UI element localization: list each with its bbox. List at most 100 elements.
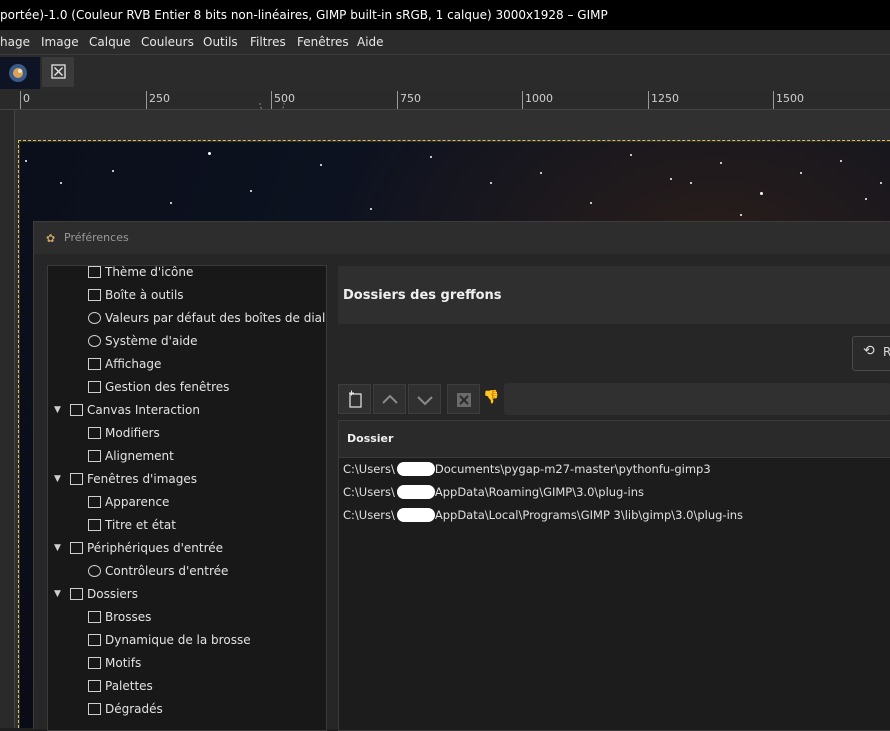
dialog-title: Préférences	[64, 231, 129, 244]
folder-row[interactable]: C:\Users\ AppData\Local\Programs\GIMP 3\l…	[343, 504, 743, 527]
tree-item-title-status[interactable]: Titre et état	[48, 514, 326, 537]
input-controllers-icon	[88, 565, 101, 577]
menu-tools[interactable]: Outils	[203, 30, 238, 54]
display-icon	[88, 358, 101, 370]
path-prefix: C:\Users\	[343, 462, 395, 476]
dialog-title-bar[interactable]: ✿ Préférences	[34, 222, 890, 254]
tree-item-input-devices[interactable]: ▼ Périphériques d'entrée	[48, 537, 326, 560]
help-system-icon	[88, 335, 101, 347]
delete-icon	[456, 393, 471, 407]
expander-icon[interactable]: ▼	[54, 537, 61, 560]
horizontal-ruler[interactable]: 0 250 500 750 1000 1250 1500	[0, 91, 890, 115]
tree-item-help-system[interactable]: Système d'aide	[48, 330, 326, 353]
menu-view[interactable]: hage	[0, 30, 30, 54]
chevron-up-icon	[381, 394, 398, 404]
tree-item-label: Périphériques d'entrée	[87, 541, 224, 555]
tree-item-label: Gestion des fenêtres	[105, 380, 230, 394]
menu-bar: hage Image Calque Couleurs Outils Filtre…	[0, 30, 890, 55]
menu-help[interactable]: Aide	[357, 30, 384, 54]
column-header-folder: Dossier	[347, 432, 394, 445]
tree-item-label: Valeurs par défaut des boîtes de dialogu…	[105, 311, 326, 325]
title-status-icon	[88, 519, 101, 531]
path-suffix: AppData\Local\Programs\GIMP 3\lib\gimp\3…	[434, 508, 744, 522]
toolbox-icon	[88, 289, 101, 301]
ruler-label: 250	[149, 92, 170, 105]
menu-filters[interactable]: Filtres	[250, 30, 286, 54]
close-icon	[51, 64, 66, 79]
ruler-label: 1000	[525, 92, 553, 105]
chevron-down-icon	[416, 396, 433, 406]
path-prefix: C:\Users\	[343, 485, 395, 499]
move-up-button[interactable]	[373, 384, 406, 414]
nebula-thumbnail-icon	[0, 57, 40, 89]
preferences-tree[interactable]: Thème d'icône Boîte à outils Valeurs par…	[47, 265, 327, 731]
window-management-icon	[88, 381, 101, 393]
expander-icon[interactable]: ▼	[54, 468, 61, 491]
preferences-dialog: ✿ Préférences Thème d'icône Boîte à outi…	[33, 221, 890, 731]
tree-item-input-controllers[interactable]: Contrôleurs d'entrée	[48, 560, 326, 583]
folders-icon	[70, 588, 83, 600]
folder-path-input[interactable]	[504, 383, 890, 415]
tree-item-brushes[interactable]: Brosses	[48, 606, 326, 629]
thumbs-down-icon: 👎	[483, 390, 500, 405]
expander-icon[interactable]: ▼	[54, 583, 61, 606]
image-window-icon	[70, 473, 83, 485]
tree-item-toolbox[interactable]: Boîte à outils	[48, 284, 326, 307]
folder-list-header[interactable]: Dossier	[339, 421, 890, 458]
folder-row[interactable]: C:\Users\ AppData\Roaming\GIMP\3.0\plug-i…	[343, 481, 644, 504]
menu-colors[interactable]: Couleurs	[141, 30, 194, 54]
tree-item-palettes[interactable]: Palettes	[48, 675, 326, 698]
ruler-label: 0	[23, 92, 30, 105]
tree-item-modifiers[interactable]: Modifiers	[48, 422, 326, 445]
tree-item-label: Boîte à outils	[105, 288, 184, 302]
panel-title: Dossiers des greffons	[343, 288, 502, 303]
tree-item-image-windows[interactable]: ▼ Fenêtres d'images	[48, 468, 326, 491]
vertical-ruler[interactable]	[0, 110, 15, 728]
move-down-button[interactable]	[408, 384, 441, 414]
tree-item-label: Affichage	[105, 357, 162, 371]
tree-item-display[interactable]: Affichage	[48, 353, 326, 376]
tree-item-appearance[interactable]: Apparence	[48, 491, 326, 514]
tree-item-label: Dossiers	[87, 587, 138, 601]
tree-item-dialog-defaults[interactable]: Valeurs par défaut des boîtes de dialogu…	[48, 307, 326, 330]
window-title-bar: portée)-1.0 (Couleur RVB Entier 8 bits n…	[0, 0, 890, 30]
folder-list[interactable]: Dossier C:\Users\ Documents\pygap-m27-mas…	[338, 420, 890, 731]
menu-layer[interactable]: Calque	[89, 30, 131, 54]
tree-item-label: Contrôleurs d'entrée	[105, 564, 229, 578]
tree-item-label: Système d'aide	[105, 334, 198, 348]
tree-item-folders[interactable]: ▼ Dossiers	[48, 583, 326, 606]
icon-theme-icon	[88, 266, 101, 278]
delete-folder-button[interactable]	[447, 384, 480, 414]
dialog-defaults-icon	[88, 312, 101, 324]
modifiers-icon	[88, 427, 101, 439]
ruler-label: 1250	[651, 92, 679, 105]
menu-windows[interactable]: Fenêtres	[297, 30, 349, 54]
close-tab-button[interactable]	[42, 57, 74, 87]
new-document-icon	[348, 390, 362, 408]
reset-icon: ⟲	[863, 343, 875, 359]
expander-icon[interactable]: ▼	[54, 399, 61, 422]
image-tab-strip	[0, 55, 890, 92]
tree-item-gradients[interactable]: Dégradés	[48, 698, 326, 721]
brushes-icon	[88, 611, 101, 623]
input-devices-icon	[70, 542, 83, 554]
canvas-icon	[70, 404, 83, 416]
path-suffix: AppData\Roaming\GIMP\3.0\plug-ins	[434, 485, 644, 499]
tree-item-patterns[interactable]: Motifs	[48, 652, 326, 675]
image-tab-thumbnail[interactable]	[0, 57, 40, 89]
patterns-icon	[88, 657, 101, 669]
add-folder-button[interactable]	[338, 384, 371, 414]
tree-item-label: Thème d'icône	[105, 265, 194, 279]
menu-image[interactable]: Image	[41, 30, 79, 54]
tree-item-label: Motifs	[105, 656, 142, 670]
tree-item-brush-dynamics[interactable]: Dynamique de la brosse	[48, 629, 326, 652]
tree-item-canvas-interaction[interactable]: ▼ Canvas Interaction	[48, 399, 326, 422]
tree-item-label: Palettes	[105, 679, 153, 693]
tree-item-alignment[interactable]: Alignement	[48, 445, 326, 468]
ruler-label: 750	[400, 92, 421, 105]
reset-label: R	[883, 345, 890, 359]
folder-row[interactable]: C:\Users\ Documents\pygap-m27-master\pyth…	[343, 458, 711, 481]
tree-item-label: Dégradés	[105, 702, 163, 716]
tree-item-icon-theme[interactable]: Thème d'icône	[48, 265, 326, 284]
tree-item-window-management[interactable]: Gestion des fenêtres	[48, 376, 326, 399]
